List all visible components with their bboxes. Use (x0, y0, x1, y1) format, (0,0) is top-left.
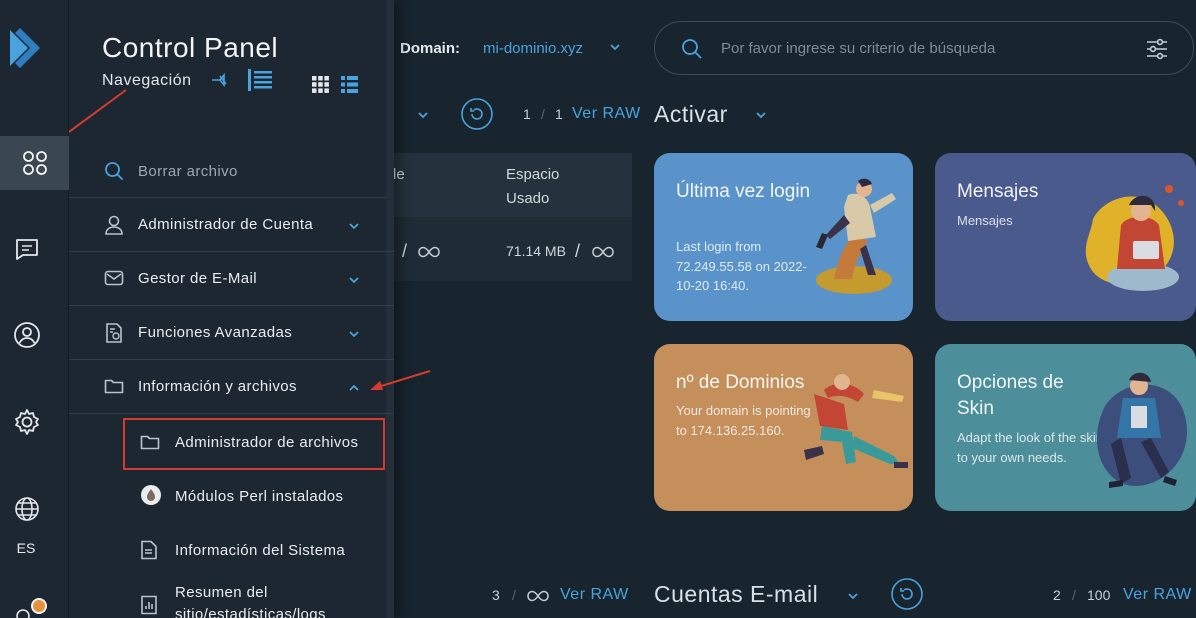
person-illustration-icon (1085, 185, 1184, 291)
nav-item-email-manager[interactable]: Gestor de E-Mail (69, 252, 394, 306)
ver-raw-link[interactable]: Ver RAW (572, 105, 641, 123)
stat-sep: / (512, 587, 516, 603)
rail-settings[interactable] (0, 395, 61, 449)
search-icon (681, 38, 703, 65)
stat-used: 2 (1053, 587, 1061, 603)
account-icon (13, 322, 40, 348)
rail-language[interactable] (0, 482, 61, 536)
refresh-icon[interactable] (891, 578, 923, 615)
ver-raw-link[interactable]: Ver RAW (1123, 586, 1192, 604)
nav-search-input[interactable]: Borrar archivo (138, 163, 238, 180)
logo-icon (10, 28, 40, 68)
globe-icon (14, 497, 39, 521)
table-sep: / (575, 241, 581, 261)
nav-subitem-perl-modules[interactable]: Módulos Perl instalados (69, 469, 386, 523)
advanced-icon (104, 322, 124, 349)
avatar-icon[interactable] (14, 596, 50, 618)
nav-item-advanced-functions[interactable]: Funciones Avanzadas (69, 306, 394, 360)
nav-item-account-admin[interactable]: Administrador de Cuenta (69, 198, 394, 252)
person-illustration-icon (804, 374, 908, 468)
nav-subitem-label: Resumen del (175, 584, 268, 601)
card-skin-options[interactable]: Opciones de Skin Adapt the look of the s… (935, 344, 1196, 511)
chevron-down-icon[interactable] (416, 108, 430, 127)
chevron-up-icon[interactable] (347, 381, 361, 399)
domain-selector[interactable]: mi-dominio.xyz (483, 40, 583, 57)
section-title-activar: Activar (654, 101, 728, 127)
card-domains[interactable]: nº de Dominios Your domain is pointing t… (654, 344, 913, 511)
card-body: Last login from 72.249.55.58 on 2022-10-… (676, 239, 807, 293)
card-messages[interactable]: Mensajes Mensajes (935, 153, 1196, 321)
chevron-down-icon[interactable] (347, 219, 361, 237)
card-title: Opciones de Skin (957, 372, 1064, 419)
nav-item-label: Gestor de E-Mail (138, 270, 257, 287)
mail-icon (104, 268, 124, 293)
perl-icon (140, 484, 162, 511)
person-illustration-icon (816, 178, 896, 294)
chevron-down-icon[interactable] (846, 589, 860, 608)
person-illustration-icon (1096, 372, 1187, 488)
rail-messages[interactable] (0, 222, 61, 276)
nav-subitem-label: Información del Sistema (175, 542, 346, 559)
table-cell-used: 71.14 MB (506, 243, 566, 259)
dashboard-icon (22, 151, 47, 175)
chart-icon (140, 595, 158, 618)
nav-subitem-site-summary[interactable]: Resumen del sitio/estadísticas/logs (69, 577, 386, 618)
nav-item-label: Información y archivos (138, 378, 297, 395)
stat-used: 3 (492, 587, 500, 603)
refresh-icon[interactable] (461, 98, 493, 135)
nav-subitem-system-info[interactable]: Información del Sistema (69, 523, 386, 577)
rail-account[interactable] (0, 308, 61, 362)
nav-search[interactable]: Borrar archivo (69, 144, 386, 198)
chevron-down-icon[interactable] (608, 40, 622, 59)
icon-rail: ES (0, 0, 69, 618)
infinity-icon (592, 245, 614, 263)
search-input[interactable]: Por favor ingrese su criterio de búsqued… (721, 40, 995, 57)
chevron-down-icon[interactable] (347, 273, 361, 291)
nav-item-label: Funciones Avanzadas (138, 324, 293, 341)
stat-used: 1 (523, 106, 531, 122)
search-icon (104, 161, 124, 186)
section-title-email: Cuentas E-mail (654, 581, 819, 607)
folder-icon (104, 376, 124, 401)
table-header: de Espacio Usado (388, 153, 632, 217)
nav-item-info-files[interactable]: Información y archivos (69, 360, 394, 414)
messages-icon (15, 239, 38, 260)
grid-view-icon[interactable] (312, 76, 329, 98)
document-icon (140, 540, 158, 565)
global-search[interactable]: Por favor ingrese su criterio de búsqued… (654, 21, 1194, 75)
nav-subitem-label: Módulos Perl instalados (175, 488, 344, 505)
card-last-login[interactable]: Última vez login Last login from 72.249.… (654, 153, 913, 321)
filter-icon[interactable] (1145, 38, 1169, 65)
stat-sep: / (1072, 587, 1076, 603)
rail-dashboard[interactable] (0, 136, 69, 190)
table-header-cell: Espacio (506, 166, 560, 183)
usage-table: de Espacio Usado / 71.14 MB / (388, 153, 632, 281)
user-icon (104, 214, 124, 241)
card-title: Última vez login (676, 181, 811, 202)
stat-sep: / (541, 106, 545, 122)
chevron-down-icon[interactable] (347, 327, 361, 345)
chevron-down-icon[interactable] (754, 108, 768, 127)
card-body: Mensajes (957, 213, 1013, 228)
nav-title: Control Panel (102, 32, 279, 63)
language-code[interactable]: ES (0, 540, 52, 556)
settings-icon (14, 409, 39, 435)
nav-subitem-label-line2: sitio/estadísticas/logs (175, 606, 326, 618)
stat-total: 1 (555, 106, 563, 122)
pin-icon[interactable] (210, 72, 230, 93)
highlight-box (123, 418, 385, 470)
infinity-icon (527, 589, 549, 607)
card-title: Mensajes (957, 181, 1039, 202)
infinity-icon (418, 245, 440, 263)
list-view-icon[interactable] (341, 76, 358, 98)
list-indent-icon[interactable] (247, 68, 273, 97)
ver-raw-link[interactable]: Ver RAW (560, 586, 629, 604)
table-sep: / (402, 241, 408, 261)
nav-item-label: Administrador de Cuenta (138, 216, 314, 233)
table-header-cell: Usado (506, 190, 550, 207)
annotation-arrow-icon (370, 370, 431, 390)
stat-total: 100 (1087, 587, 1111, 603)
domain-label: Domain: (400, 40, 460, 57)
